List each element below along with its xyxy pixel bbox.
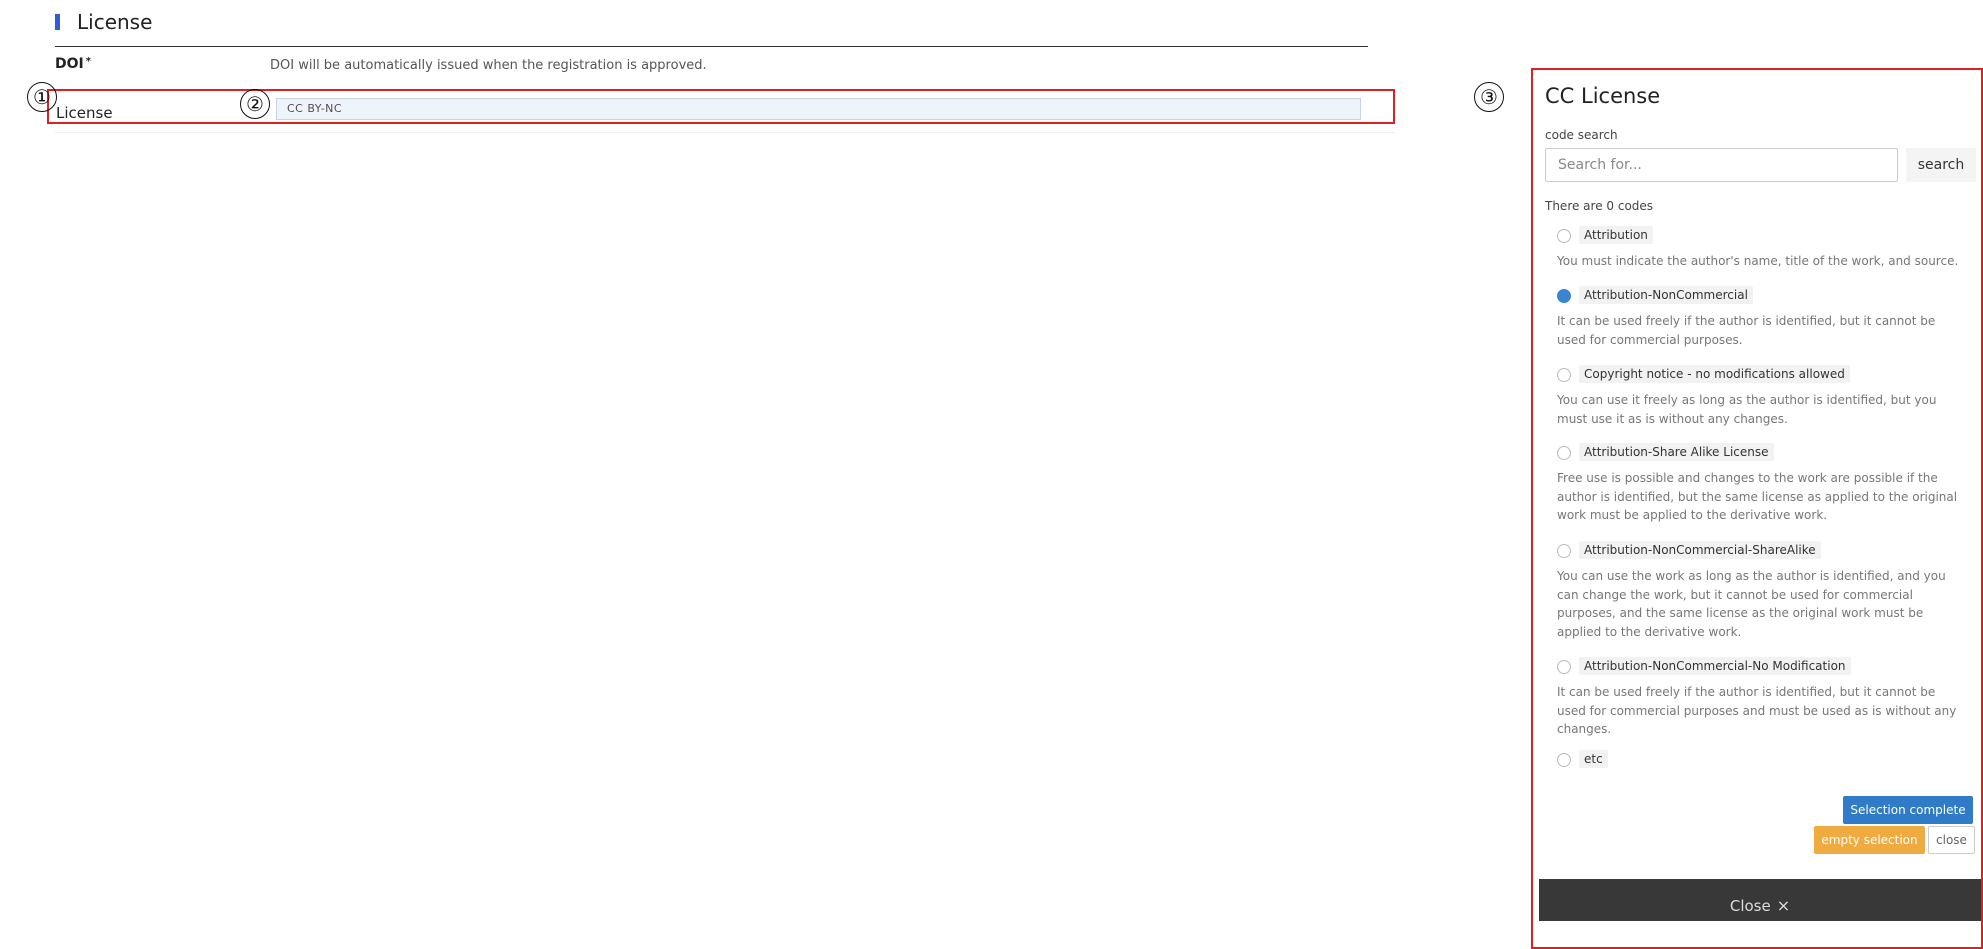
option-description: It can be used freely if the author is i… bbox=[1557, 314, 1936, 347]
license-input[interactable]: CC BY-NC bbox=[276, 98, 1361, 120]
annotation-marker-1: ① bbox=[27, 82, 57, 112]
radio-button[interactable] bbox=[1557, 544, 1571, 558]
doi-row: DOI * DOI will be automatically issued wh… bbox=[55, 56, 1368, 82]
doi-label: DOI * bbox=[55, 56, 91, 72]
radio-button[interactable] bbox=[1557, 753, 1571, 767]
row-divider bbox=[55, 132, 1395, 133]
search-input[interactable] bbox=[1545, 148, 1898, 182]
close-bar-label: Close bbox=[1729, 897, 1771, 915]
empty-selection-button[interactable]: empty selection bbox=[1814, 826, 1925, 854]
option-description: You must indicate the author's name, tit… bbox=[1557, 254, 1959, 268]
option-description: Free use is possible and changes to the … bbox=[1557, 471, 1958, 522]
close-icon: × bbox=[1776, 896, 1791, 915]
annotation-marker-3: ③ bbox=[1474, 82, 1504, 112]
radio-button[interactable] bbox=[1557, 660, 1571, 674]
option-label: etc bbox=[1579, 750, 1608, 768]
search-button[interactable]: search bbox=[1906, 148, 1976, 182]
option-label: Attribution-NonCommercial-No Modificatio… bbox=[1579, 657, 1851, 675]
radio-button-selected[interactable] bbox=[1557, 289, 1571, 303]
section-accent-bar bbox=[55, 14, 60, 30]
license-label: License bbox=[56, 104, 113, 122]
annotation-marker-2: ② bbox=[240, 89, 270, 119]
radio-button[interactable] bbox=[1557, 368, 1571, 382]
option-label: Attribution-NonCommercial-ShareAlike bbox=[1579, 541, 1821, 559]
option-description: It can be used freely if the author is i… bbox=[1557, 685, 1957, 736]
doi-value: DOI will be automatically issued when th… bbox=[270, 58, 707, 73]
option-label: Copyright notice - no modifications allo… bbox=[1579, 365, 1850, 383]
panel-title: CC License bbox=[1545, 84, 1661, 108]
option-label: Attribution-Share Alike License bbox=[1579, 443, 1774, 461]
required-mark: * bbox=[85, 56, 91, 67]
selection-complete-button[interactable]: Selection complete bbox=[1843, 796, 1973, 824]
code-count: There are 0 codes bbox=[1545, 199, 1654, 213]
option-label: Attribution-NonCommercial bbox=[1579, 286, 1753, 304]
cc-license-panel: CC License code search search There are … bbox=[1531, 68, 1983, 949]
search-label: code search bbox=[1545, 128, 1618, 142]
radio-button[interactable] bbox=[1557, 446, 1571, 460]
radio-button[interactable] bbox=[1557, 229, 1571, 243]
close-bar[interactable]: Close × bbox=[1539, 879, 1981, 921]
section-header: License bbox=[55, 10, 1368, 47]
close-button[interactable]: close bbox=[1928, 826, 1975, 854]
option-label: Attribution bbox=[1579, 226, 1653, 244]
option-description: You can use the work as long as the auth… bbox=[1557, 569, 1946, 639]
section-title: License bbox=[77, 10, 153, 34]
option-description: You can use it freely as long as the aut… bbox=[1557, 393, 1937, 426]
